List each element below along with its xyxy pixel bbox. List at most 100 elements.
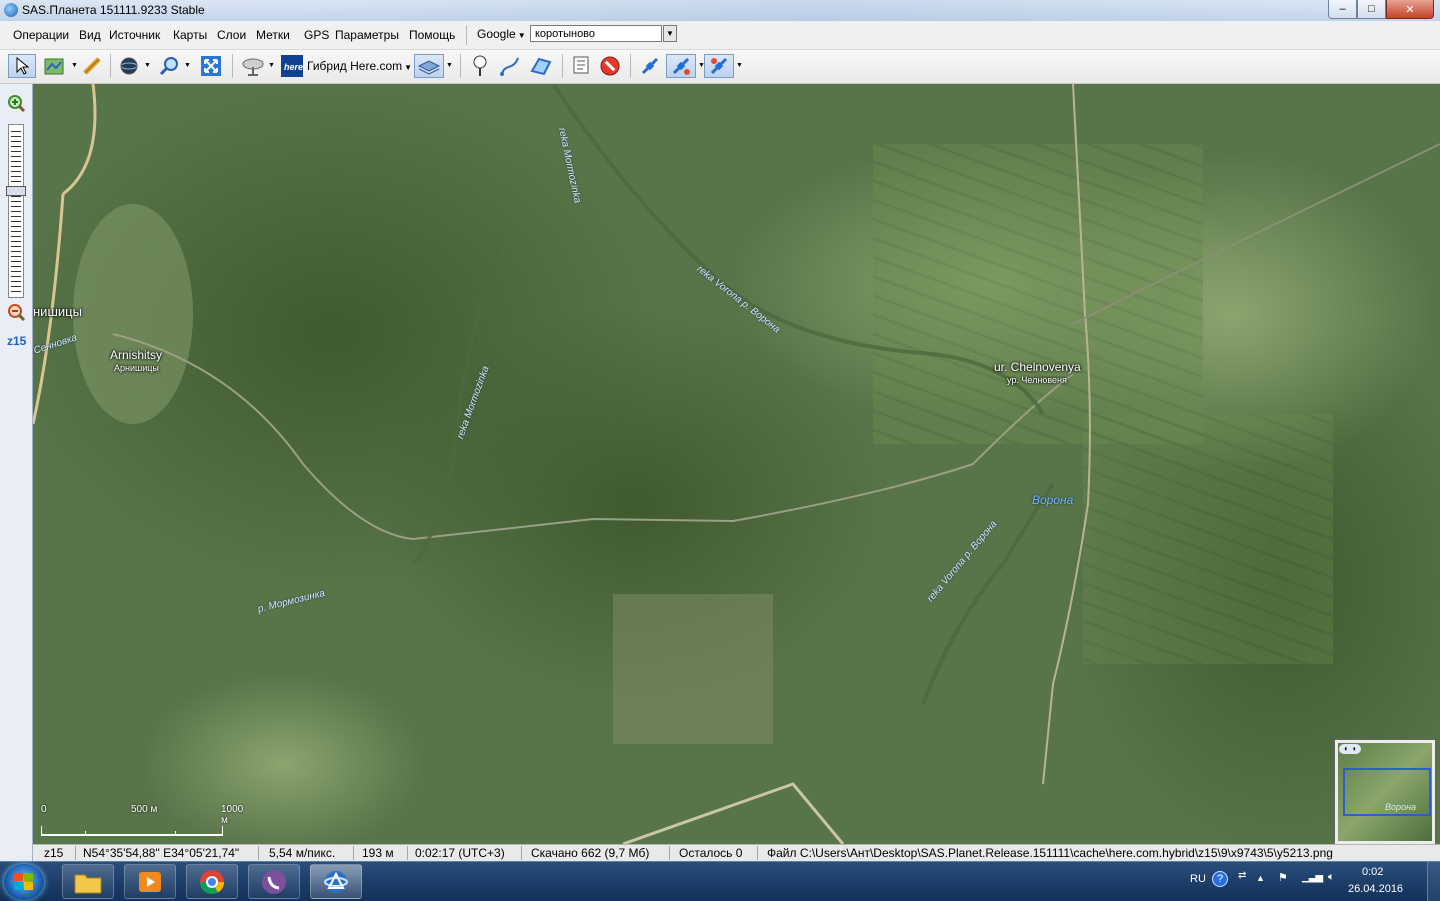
system-tray: RU ? ⇄ ▲ ⚑ ▁▃▅ 🔈︎ 0:02 26.04.2016 [1170,862,1440,901]
chevron-down-icon: ▼ [666,29,674,38]
path-icon [500,57,519,76]
chevron-down-icon[interactable]: ▼ [144,62,151,69]
gps-center-button[interactable] [704,54,734,78]
menu-layers[interactable]: Слои [217,28,246,42]
menu-marks[interactable]: Метки [256,28,290,42]
taskbar-media-player[interactable] [124,864,176,899]
marks-list-button[interactable] [568,54,594,78]
minimize-button[interactable]: – [1328,0,1357,19]
network-share-icon[interactable]: ⇄ [1238,870,1246,881]
tray-expand-icon[interactable]: ▲ [1256,873,1265,883]
here-map-button[interactable]: here [280,54,304,78]
chevron-down-icon[interactable]: ▼ [184,62,191,69]
search-dropdown-button[interactable]: ▼ [663,25,677,42]
scale-line [41,826,223,836]
zoom-tool-button[interactable] [156,54,182,78]
volume-icon[interactable]: 🔈︎ [1328,871,1335,884]
menu-bar: Операции Вид Источник Карты Слои Метки G… [0,21,1440,50]
window-controls: – □ ✕ [1328,0,1434,19]
fullscreen-button[interactable] [197,54,225,78]
menu-separator [466,25,467,45]
menu-maps[interactable]: Карты [173,28,207,42]
zoom-in-button[interactable] [7,95,26,116]
toolbar-separator [630,54,631,78]
taskbar-sas-planet[interactable] [310,864,362,899]
satellite-button[interactable] [238,54,268,78]
chevron-down-icon[interactable]: ▼ [736,62,743,69]
status-separator [75,846,76,860]
clock-date[interactable]: 26.04.2016 [1348,883,1403,895]
gps-track-button[interactable] [666,54,696,78]
toolbar-separator [460,54,461,78]
map-type-text: Гибрид Here.com [307,59,403,73]
taskbar-viber[interactable] [248,864,300,899]
maximize-button[interactable]: □ [1357,0,1386,19]
zoom-slider-track[interactable] [8,124,24,298]
select-arrow-button[interactable] [8,54,36,78]
status-bar: z15 N54°35'54,88" E34°05'21,74" 5,54 м/п… [33,844,1440,862]
status-separator [353,846,354,860]
menu-source[interactable]: Источник [109,28,160,42]
menu-operations[interactable]: Операции [13,28,69,42]
signal-strength-icon[interactable]: ▁▃▅ [1302,872,1323,883]
zoom-panel: z15 [0,84,33,861]
status-remaining: Осталось 0 [679,846,743,860]
mini-map-label: Ворона [1385,802,1416,812]
viber-icon [262,869,286,894]
taskbar-chrome[interactable] [186,864,238,899]
taskbar: RU ? ⇄ ▲ ⚑ ▁▃▅ 🔈︎ 0:02 26.04.2016 [0,861,1440,901]
action-center-flag-icon[interactable]: ⚑ [1278,871,1288,884]
mini-map[interactable]: ◐ ◑ Ворона [1334,739,1436,844]
map-label-arnishitsy-ru: Арнишицы [114,363,159,373]
ruler-button[interactable] [80,54,104,78]
menu-gps[interactable]: GPS [304,28,329,42]
status-resolution: 5,54 м/пикс. [269,846,336,860]
satellite-imagery [33,84,1440,844]
no-entry-icon [600,56,620,76]
map-label-nishitsy: нишицы [33,304,82,319]
show-desktop-button[interactable] [1427,862,1440,901]
window-title: SAS.Планета 151111.9233 Stable [22,3,205,17]
chevron-down-icon[interactable]: ▼ [268,62,275,69]
menu-view[interactable]: Вид [79,28,101,42]
map-label-arnishitsy: Arnishitsy [110,348,163,362]
mini-map-zoom-controls[interactable]: ◐ ◑ [1339,744,1361,754]
zoom-slider-ticks [11,127,21,295]
clock-time[interactable]: 0:02 [1362,866,1383,878]
status-time: 0:02:17 (UTC+3) [415,846,505,860]
close-button[interactable]: ✕ [1386,0,1434,19]
search-source-button[interactable]: Google ▼ [474,26,529,46]
toolbar-separator [110,54,111,78]
language-indicator[interactable]: RU [1190,873,1206,885]
map-type-label[interactable]: Гибрид Here.com ▼ [307,59,412,73]
gps-track-icon [672,57,690,75]
ruler-icon [83,57,101,75]
delete-marks-button[interactable] [597,54,623,78]
fullscreen-icon [201,56,221,76]
sas-planet-icon [324,870,348,893]
zoom-slider-thumb[interactable] [6,186,26,196]
map-source-button[interactable] [40,54,68,78]
chevron-down-icon[interactable]: ▼ [446,62,453,69]
gps-connect-button[interactable] [637,54,663,78]
start-button[interactable] [4,864,44,900]
search-input[interactable] [530,25,662,42]
help-icon[interactable]: ? [1212,871,1228,887]
title-bar-decoration [300,0,1330,21]
chevron-down-icon[interactable]: ▼ [71,62,78,69]
menu-parameters[interactable]: Параметры [335,28,399,42]
status-downloaded: Скачано 662 (9,7 Мб) [531,846,650,860]
media-player-icon [139,871,161,892]
layers-button[interactable] [414,54,444,78]
add-polygon-button[interactable] [527,54,555,78]
globe-button[interactable] [116,54,142,78]
add-path-button[interactable] [497,54,523,78]
add-placemark-button[interactable] [468,54,492,78]
globe-icon [120,57,138,75]
map-view[interactable]: нишицы Сенновка Arnishitsy Арнишицы reka… [33,84,1440,844]
satellite-dish-icon [242,58,264,76]
zoom-out-button[interactable] [7,304,26,325]
menu-help[interactable]: Помощь [409,28,455,42]
taskbar-explorer[interactable] [62,864,114,899]
map-icon [44,58,64,75]
